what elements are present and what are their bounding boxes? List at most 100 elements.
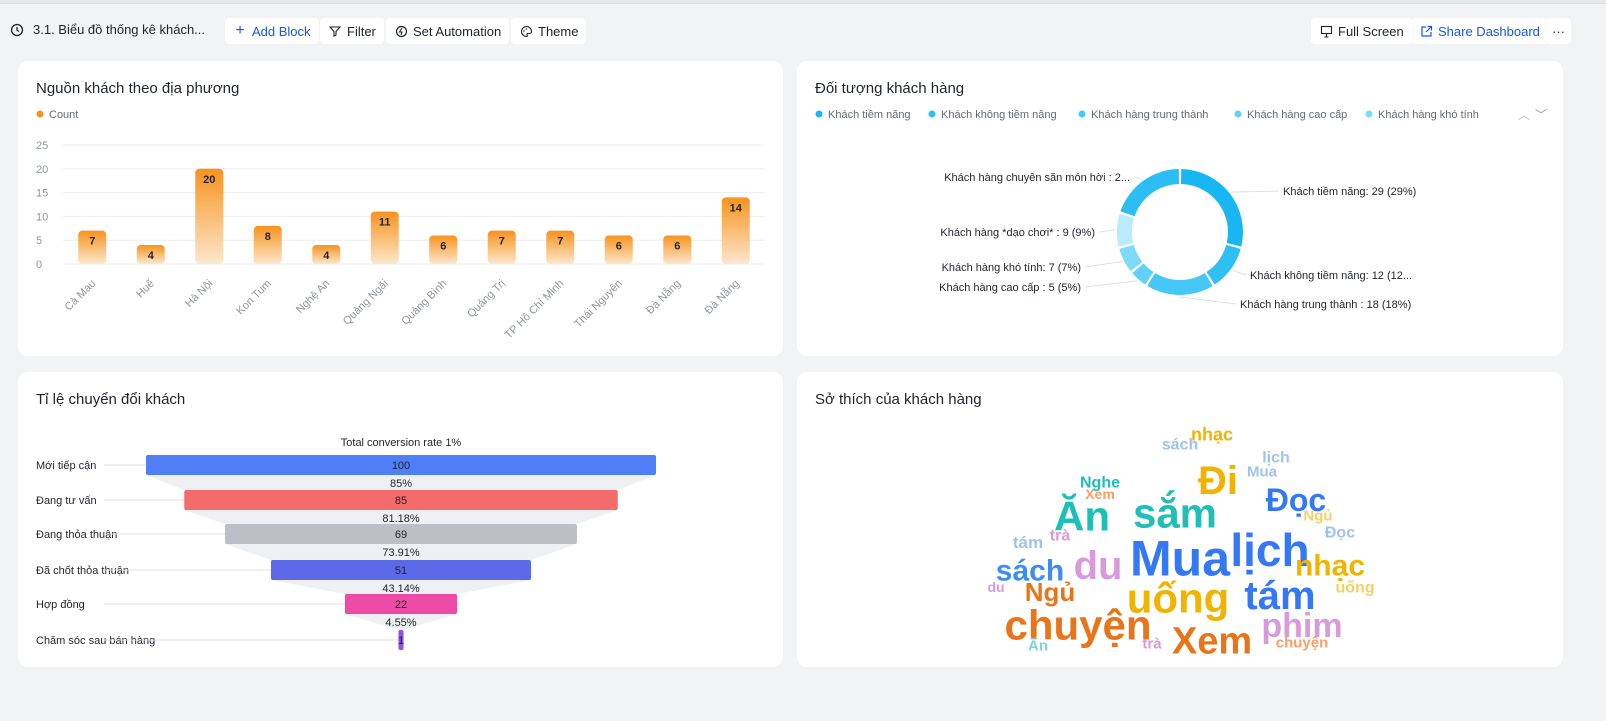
legend-label: Khách không tiềm năng: [941, 109, 1057, 121]
funnel-stage-label: Hợp đồng: [36, 599, 85, 611]
donut-chart-card: Đối tượng khách hàng Khách tiềm năng Khác…: [797, 61, 1563, 356]
donut-leader-line: [1084, 261, 1123, 268]
funnel-chart: Total conversion rate 1% 85% 81.18% 73.91% 4…: [36, 437, 656, 650]
y-tick-label: 25: [36, 140, 48, 152]
donut-slice: [1117, 213, 1135, 247]
bar-value-label: 6: [674, 240, 680, 252]
donut-slice: [1206, 244, 1241, 285]
bar-value-label: 4: [148, 250, 155, 262]
donut-leader-line: [1231, 190, 1280, 193]
legend-prev-icon: ︿: [1518, 108, 1530, 122]
y-tick-label: 15: [36, 188, 48, 200]
set-automation-label: Set Automation: [413, 23, 502, 39]
filter-icon: [328, 24, 342, 38]
donut-slice: [1180, 169, 1243, 247]
funnel-chart-card: Tỉ lệ chuyển đổi khách Total conversion …: [18, 372, 783, 667]
x-tick-label: Hà Nội: [183, 278, 215, 310]
share-dashboard-button[interactable]: Share Dashboard: [1411, 18, 1548, 44]
presentation-icon: [1319, 24, 1333, 38]
word-cloud-word: du: [987, 579, 1004, 595]
set-automation-button[interactable]: Set Automation: [386, 18, 510, 44]
word-cloud-card: Sở thích của khách hàng Mua lịch sắm Ăn Đi Đọ…: [797, 372, 1563, 667]
theme-label: Theme: [538, 23, 579, 39]
funnel-total-label: Total conversion rate 1%: [341, 437, 462, 449]
donut-chart: Khách tiềm năng Khách không tiềm năng Khác…: [815, 108, 1547, 311]
legend-dot: [1365, 110, 1373, 118]
legend-label: Khách hàng cao cấp: [1247, 109, 1347, 121]
dashboard-title-area[interactable]: 3.1. Biểu đồ thống kê khách...: [10, 22, 205, 37]
legend-dot: [815, 110, 823, 118]
bar-value-label: 11: [379, 217, 391, 229]
funnel-stage-label: Mới tiếp cận: [36, 460, 96, 472]
funnel-conversion-label: 81.18%: [382, 513, 420, 525]
funnel-value-label: 69: [395, 529, 407, 541]
full-screen-label: Full Screen: [1338, 23, 1404, 39]
word-cloud: Mua lịchsắmĂnĐi Đọcdusáchuống támnhạcNgủchu…: [987, 424, 1374, 662]
word-cloud-word: trà: [1050, 528, 1071, 545]
x-tick-label: Cà Mau: [63, 278, 99, 314]
word-cloud-word: sách: [1162, 437, 1198, 454]
funnel-value-label: 1: [398, 635, 404, 647]
x-tick-label: Nghệ An: [294, 278, 332, 316]
bar-value-label: 7: [499, 236, 505, 248]
donut-slice: [1119, 244, 1143, 272]
add-block-button[interactable]: + Add Block: [225, 18, 319, 44]
funnel-stage-label: Đã chốt thỏa thuận: [36, 565, 129, 577]
donut-slice-label: Khách hàng khó tính: 7 (7%): [942, 262, 1081, 274]
full-screen-button[interactable]: Full Screen: [1311, 18, 1412, 44]
word-cloud-word: Ngủ: [1303, 507, 1332, 524]
bar-value-label: 7: [89, 236, 95, 248]
plus-icon: +: [235, 22, 245, 39]
bar-value-label: 8: [265, 231, 271, 243]
legend-label-count: Count: [49, 109, 78, 121]
funnel-conversion-label: 73.91%: [382, 547, 420, 559]
funnel-stage-label: Đang thỏa thuận: [36, 529, 117, 541]
word-cloud-word: Xem: [1085, 486, 1115, 502]
legend-label: Khách hàng trung thành: [1091, 109, 1208, 121]
funnel-conversion-label: 4.55%: [385, 617, 416, 629]
automation-icon: [394, 24, 408, 38]
y-tick-label: 10: [36, 211, 48, 223]
bar-chart: Count 0 5 10 15 20 25 7 Cà Mau 4 Huế 20 Hà Nội 8 Kon T…: [36, 109, 765, 342]
word-cloud-word: chuyện: [1276, 634, 1329, 651]
funnel-value-label: 22: [395, 599, 407, 611]
palette-icon: [519, 24, 533, 38]
word-cloud-word: Xem: [1172, 620, 1252, 662]
clock-icon: [10, 23, 24, 37]
share-icon: [1419, 24, 1433, 38]
x-tick-label: Kon Tum: [234, 278, 274, 318]
donut-leader-line: [1084, 280, 1138, 288]
x-tick-label: TP Hồ Chí Minh: [503, 278, 567, 342]
x-tick-label: Quảng Trị: [465, 278, 508, 321]
word-cloud-word: Đi: [1198, 459, 1238, 503]
bar-value-label: 6: [616, 240, 622, 252]
theme-button[interactable]: Theme: [511, 18, 587, 44]
legend-dot: [1234, 110, 1242, 118]
filter-label: Filter: [347, 23, 376, 39]
funnel-value-label: 100: [392, 460, 410, 472]
legend-label: Khách hàng khó tính: [1378, 109, 1479, 121]
dashboard-toolbar: 3.1. Biểu đồ thống kê khách... + Add Blo…: [0, 14, 1606, 48]
word-cloud-word: trà: [1142, 635, 1162, 652]
legend-next-icon: ﹀: [1535, 108, 1547, 122]
donut-leader-line: [1232, 269, 1247, 276]
donut-leader-line: [1098, 229, 1116, 233]
word-cloud-word: Đọc: [1325, 525, 1355, 542]
bar-value-label: 7: [557, 236, 563, 248]
more-icon: ···: [1552, 23, 1565, 39]
dashboard-title: 3.1. Biểu đồ thống kê khách...: [33, 22, 206, 37]
x-tick-label: Đà Nẵng: [643, 277, 683, 317]
word-cloud-word: tám: [1013, 533, 1043, 552]
word-cloud-word: Ăn: [1028, 637, 1048, 654]
y-tick-label: 20: [36, 164, 48, 176]
bar-chart-card: Nguồn khách theo địa phương Count 0 5 10 15 2…: [18, 61, 783, 356]
funnel-stage-label: Đang tư vấn: [36, 495, 97, 507]
donut-leader-line: [1179, 296, 1237, 305]
more-options-button[interactable]: ···: [1546, 18, 1571, 44]
donut-slice-label: Khách hàng *dạo chơi* : 9 (9%): [940, 227, 1095, 239]
funnel-value-label: 51: [395, 565, 407, 577]
legend-dot: [928, 110, 936, 118]
add-block-label: Add Block: [252, 23, 311, 39]
filter-button[interactable]: Filter: [320, 18, 384, 44]
x-tick-label: Huế: [134, 278, 157, 301]
